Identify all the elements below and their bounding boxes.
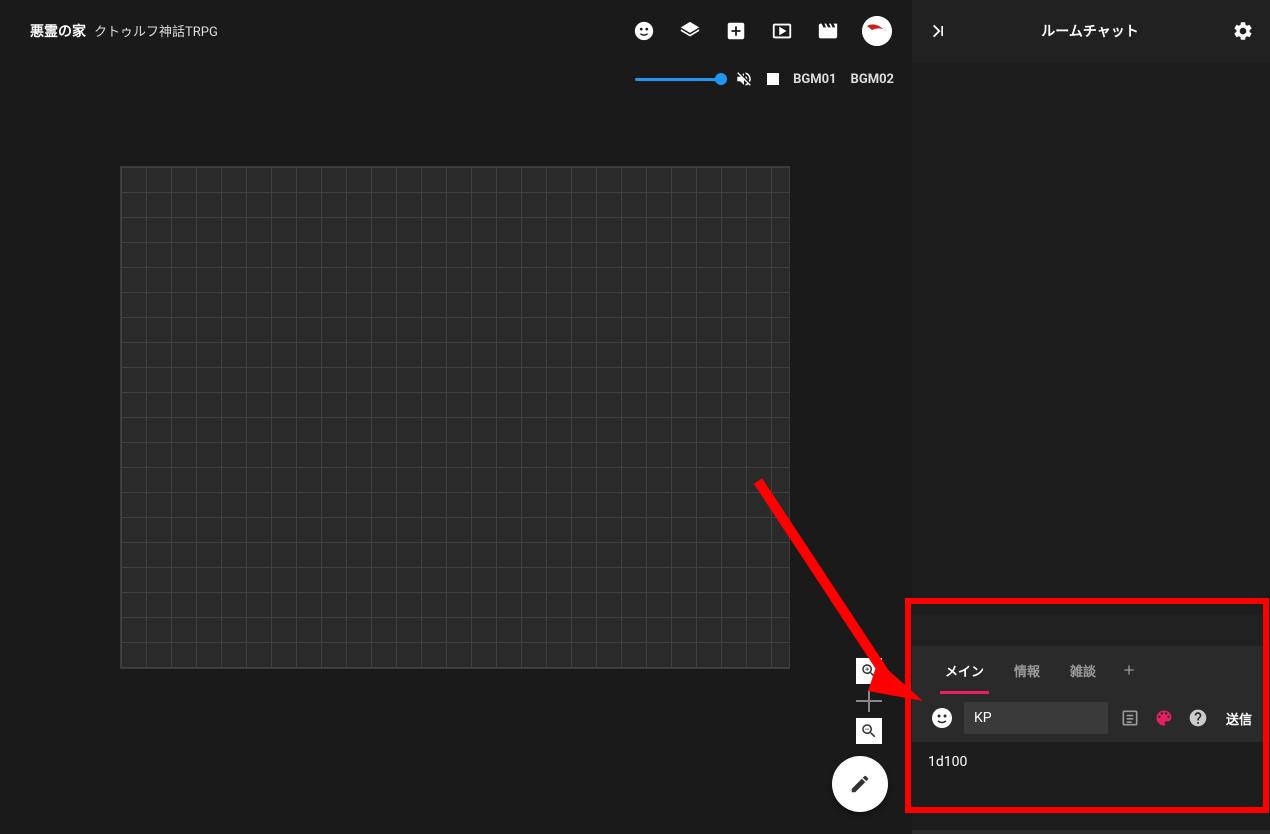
face-icon[interactable] [632, 19, 656, 43]
layers-icon[interactable] [678, 19, 702, 43]
send-button[interactable]: 送信 [1226, 709, 1252, 728]
chat-log[interactable] [912, 62, 1270, 614]
bgm2-button[interactable]: BGM02 [851, 72, 894, 87]
grid-map[interactable] [120, 166, 790, 669]
tab-info[interactable]: 情報 [1001, 647, 1053, 694]
message-input[interactable] [912, 742, 1270, 830]
play-box-icon[interactable] [770, 19, 794, 43]
character-name-input[interactable] [964, 702, 1108, 734]
bgm1-button[interactable]: BGM01 [793, 72, 836, 87]
character-face-icon[interactable] [930, 706, 954, 730]
top-bar: 悪霊の家 クトゥルフ神話TRPG [0, 0, 912, 62]
add-box-icon[interactable] [724, 19, 748, 43]
toolbar [632, 16, 892, 46]
chat-tabs: メイン 情報 雑談 [912, 646, 1270, 694]
system-name: クトゥルフ神話TRPG [94, 21, 218, 40]
character-row: 送信 [912, 694, 1270, 742]
chat-title: ルームチャット [948, 21, 1232, 41]
zoom-out-button[interactable] [856, 718, 882, 744]
slider-thumb[interactable] [715, 73, 727, 85]
chat-panel: ルームチャット メイン 情報 雑談 [912, 0, 1270, 834]
movie-icon[interactable] [816, 19, 840, 43]
room-title-area: 悪霊の家 クトゥルフ神話TRPG [30, 21, 218, 41]
main-canvas-area: 悪霊の家 クトゥルフ神話TRPG [0, 0, 912, 834]
user-avatar[interactable] [862, 16, 892, 46]
chat-header: ルームチャット [912, 0, 1270, 62]
room-name: 悪霊の家 [30, 21, 86, 41]
edit-fab[interactable] [832, 756, 888, 812]
character-tools: 送信 [1120, 708, 1252, 728]
stop-button[interactable] [767, 73, 779, 85]
tab-ooc[interactable]: 雑談 [1057, 647, 1109, 694]
map-zoom-tools [856, 658, 882, 744]
tab-main[interactable]: メイン [932, 647, 997, 694]
settings-icon[interactable] [1232, 20, 1254, 42]
zoom-in-button[interactable] [856, 658, 882, 684]
audio-controls: BGM01 BGM02 [635, 70, 894, 88]
help-icon[interactable] [1188, 708, 1208, 728]
palette-icon[interactable] [1154, 708, 1174, 728]
chat-input-section: メイン 情報 雑談 [912, 646, 1270, 834]
mute-icon[interactable] [735, 70, 753, 88]
volume-slider[interactable] [635, 78, 721, 81]
add-tab-icon[interactable] [1113, 662, 1145, 678]
zoom-separator [856, 692, 882, 710]
list-icon[interactable] [1120, 708, 1140, 728]
collapse-icon[interactable] [928, 21, 948, 41]
